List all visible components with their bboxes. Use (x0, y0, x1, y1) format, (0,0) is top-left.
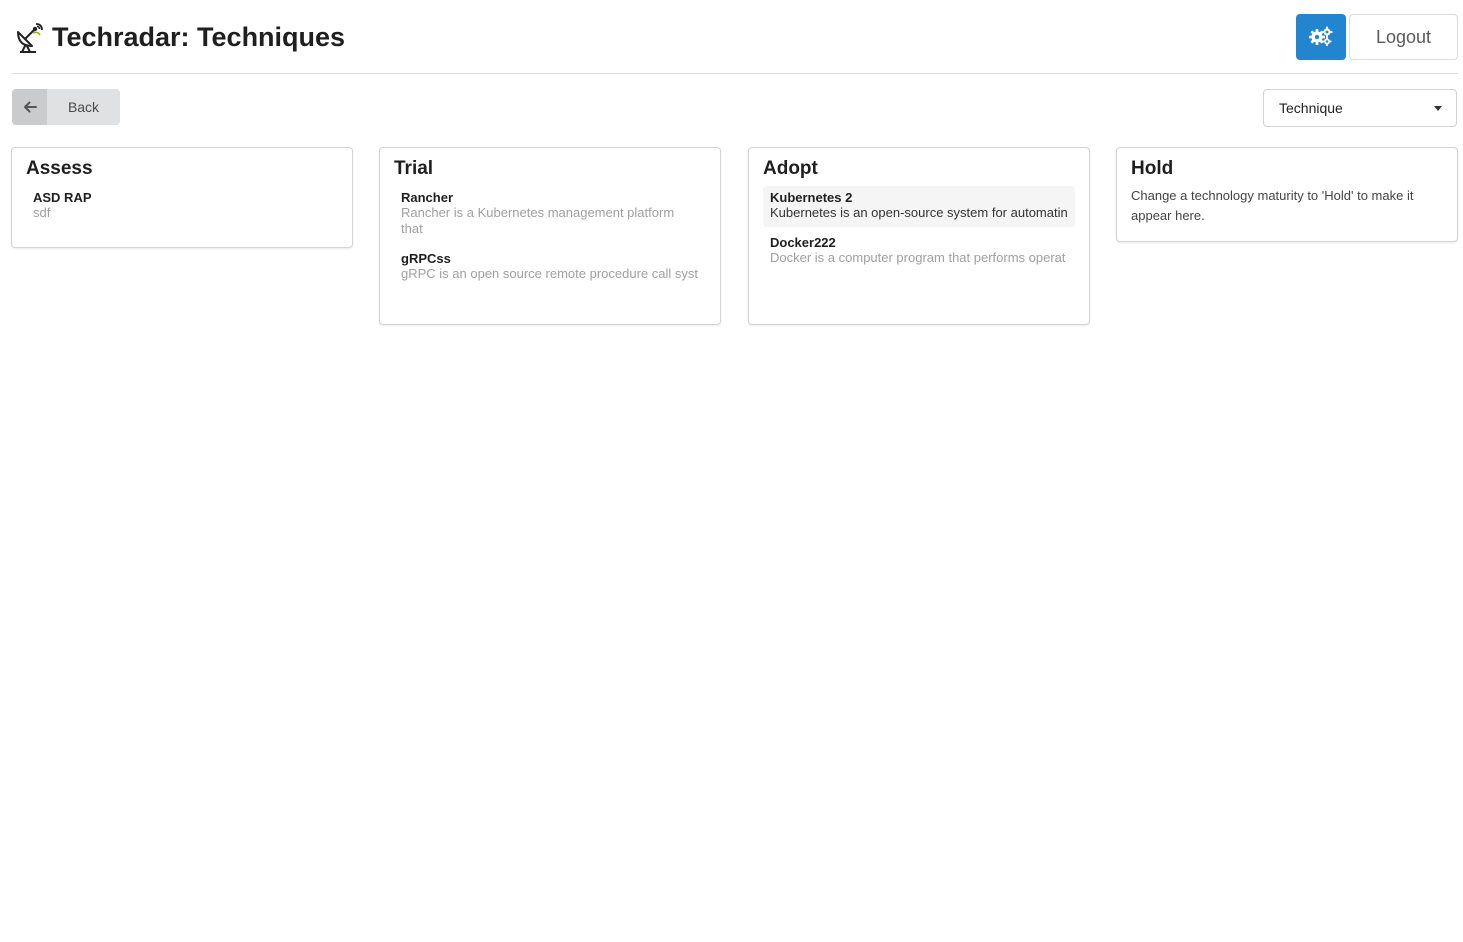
settings-button[interactable] (1296, 14, 1346, 60)
arrow-left-icon (12, 89, 47, 125)
caret-down-icon (1434, 106, 1442, 111)
technology-name: Rancher (401, 190, 454, 205)
column-title: Trial (394, 158, 434, 179)
technology-description: sdf (33, 205, 51, 220)
type-dropdown-value: Technique (1279, 100, 1343, 116)
page-header: Techradar: Techniques Logout (12, 0, 1458, 74)
column-hold: Hold Change a technology maturity to 'Ho… (1116, 147, 1458, 242)
page-title: Techradar: Techniques (52, 22, 346, 52)
logout-button[interactable]: Logout (1349, 14, 1458, 60)
technology-name: Kubernetes 2 (770, 190, 853, 205)
technology-description: gRPC is an open source remote procedure … (401, 266, 698, 281)
technology-description: Kubernetes is an open-source system for … (770, 205, 1068, 220)
back-label: Back (67, 99, 100, 115)
technology-description: Docker is a computer program that perfor… (770, 250, 1066, 265)
technology-item[interactable]: gRPCss gRPC is an open source remote pro… (394, 247, 706, 288)
technology-name: Docker222 (770, 235, 836, 250)
technology-item[interactable]: Rancher Rancher is a Kubernetes manageme… (394, 186, 706, 243)
technology-name: ASD RAP (33, 190, 92, 205)
type-dropdown[interactable]: Technique (1263, 89, 1457, 127)
back-button[interactable]: Back (12, 89, 120, 125)
column-title: Adopt (763, 158, 818, 179)
empty-state-message: Change a technology maturity to 'Hold' t… (1131, 188, 1414, 223)
technology-item[interactable]: ASD RAP sdf (26, 186, 338, 227)
technology-item[interactable]: Kubernetes 2 Kubernetes is an open-sourc… (763, 186, 1075, 227)
technology-name: gRPCss (401, 251, 451, 266)
cogs-icon (1309, 26, 1333, 49)
column-title: Hold (1131, 158, 1174, 179)
column-adopt: Adopt Kubernetes 2 Kubernetes is an open… (748, 147, 1090, 325)
column-trial: Trial Rancher Rancher is a Kubernetes ma… (379, 147, 721, 325)
column-assess: Assess ASD RAP sdf (11, 147, 353, 248)
satellite-dish-icon (14, 22, 44, 54)
technology-item[interactable]: Docker222 Docker is a computer program t… (763, 231, 1075, 272)
technology-description: Rancher is a Kubernetes management platf… (401, 205, 675, 236)
column-title: Assess (26, 158, 93, 179)
